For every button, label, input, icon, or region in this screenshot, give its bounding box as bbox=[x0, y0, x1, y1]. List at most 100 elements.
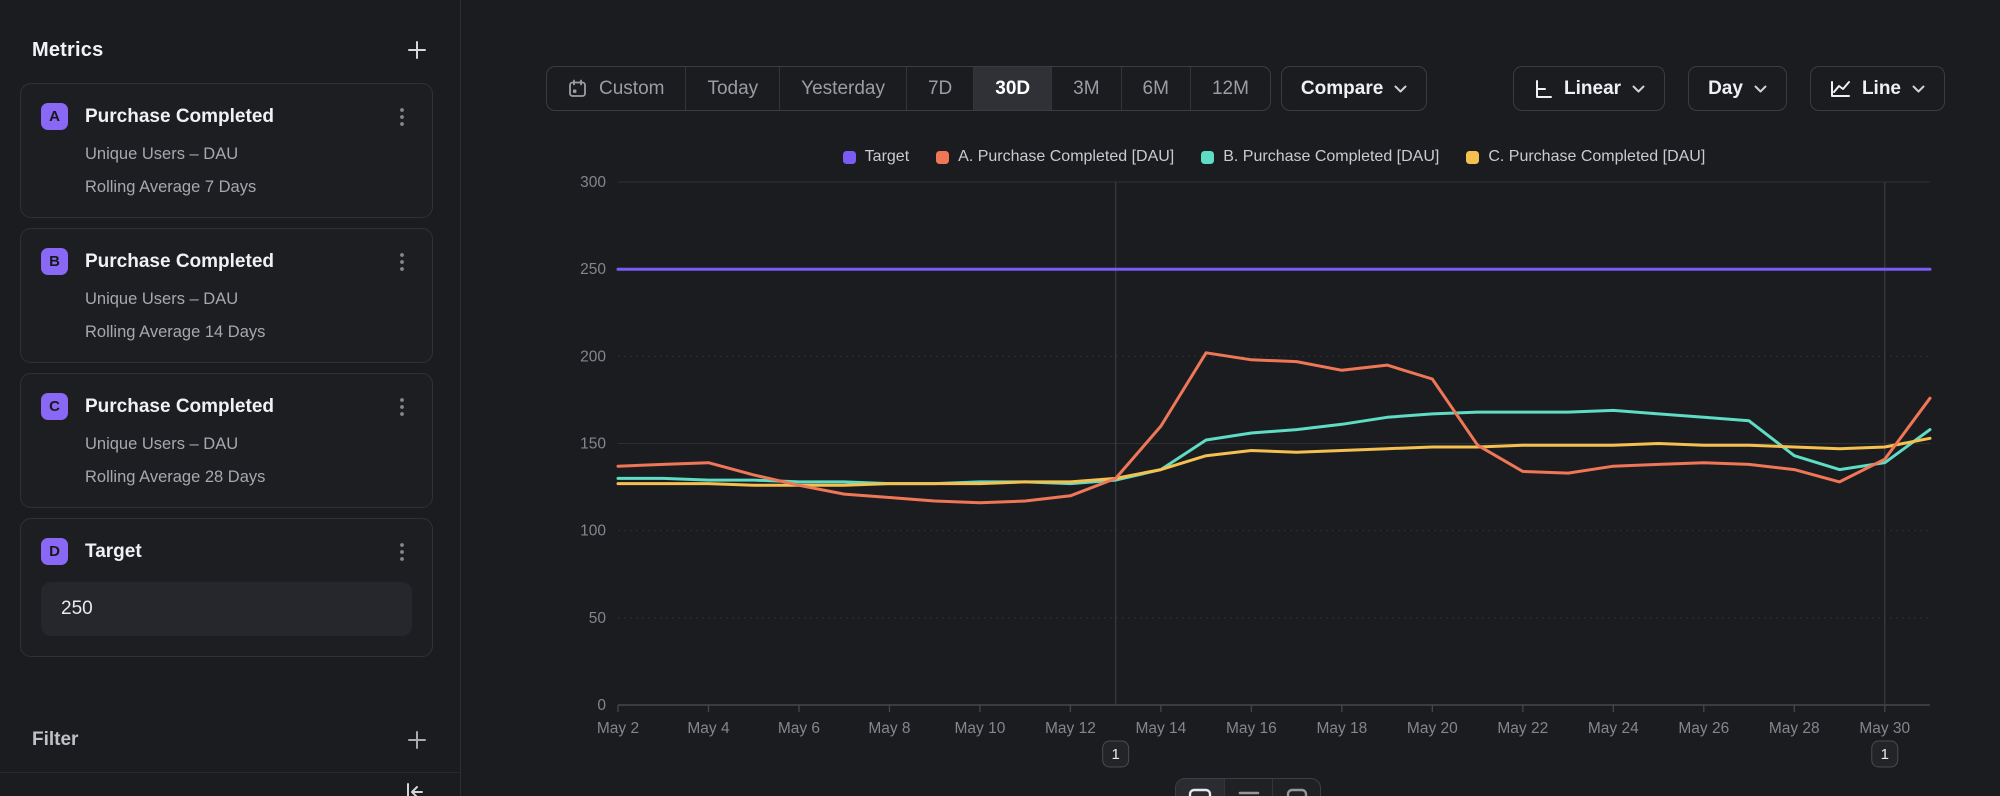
legend-item[interactable]: A. Purchase Completed [DAU] bbox=[936, 148, 1174, 166]
sidebar-divider bbox=[0, 772, 460, 773]
range-segment-12m[interactable]: 12M bbox=[1190, 67, 1270, 110]
range-segment-yesterday[interactable]: Yesterday bbox=[779, 67, 906, 110]
series-line-a[interactable] bbox=[618, 353, 1930, 503]
range-segment-label: 12M bbox=[1212, 78, 1249, 100]
legend-item[interactable]: C. Purchase Completed [DAU] bbox=[1466, 148, 1705, 166]
chevron-down-icon bbox=[1912, 85, 1925, 93]
legend-label: C. Purchase Completed [DAU] bbox=[1488, 148, 1705, 166]
series-line-b[interactable] bbox=[618, 410, 1930, 483]
x-axis-label: May 18 bbox=[1316, 720, 1367, 737]
plus-icon bbox=[406, 729, 428, 751]
chevron-down-icon bbox=[1632, 85, 1645, 93]
metric-kebab-menu-icon[interactable] bbox=[392, 105, 412, 129]
metric-measure: Unique Users – DAU bbox=[85, 145, 412, 164]
legend-swatch bbox=[1466, 151, 1479, 164]
legend-label: B. Purchase Completed [DAU] bbox=[1223, 148, 1439, 166]
legend-label: A. Purchase Completed [DAU] bbox=[958, 148, 1174, 166]
metric-badge: C bbox=[41, 393, 68, 420]
filter-section: Filter bbox=[32, 724, 430, 756]
chevron-down-icon bbox=[1394, 85, 1407, 93]
range-segment-30d[interactable]: 30D bbox=[973, 67, 1051, 110]
range-segment-6m[interactable]: 6M bbox=[1121, 67, 1190, 110]
bar-view-icon bbox=[1237, 788, 1261, 796]
range-segment-7d[interactable]: 7D bbox=[906, 67, 973, 110]
x-axis-label: May 8 bbox=[868, 720, 910, 737]
plus-icon bbox=[406, 39, 428, 61]
legend-item[interactable]: B. Purchase Completed [DAU] bbox=[1201, 148, 1439, 166]
x-axis-label: May 10 bbox=[955, 720, 1006, 737]
metric-card: A Purchase Completed Unique Users – DAU Rol… bbox=[20, 83, 433, 218]
range-segment-label: Custom bbox=[599, 78, 664, 100]
x-axis-label: May 24 bbox=[1588, 720, 1639, 737]
range-segment-label: Yesterday bbox=[801, 78, 885, 100]
x-axis-label: May 12 bbox=[1045, 720, 1096, 737]
chart-type-switcher bbox=[1175, 778, 1321, 796]
range-segment-label: 6M bbox=[1143, 78, 1169, 100]
y-axis-label: 100 bbox=[580, 523, 606, 540]
metric-badge: A bbox=[41, 103, 68, 130]
collapse-left-icon bbox=[400, 779, 426, 796]
add-metric-button[interactable] bbox=[404, 37, 430, 63]
compare-button[interactable]: Compare bbox=[1281, 66, 1427, 111]
metrics-sidebar: Metrics A Purchase Completed Unique Users … bbox=[0, 0, 461, 796]
target-kebab-menu-icon[interactable] bbox=[392, 540, 412, 564]
legend-swatch bbox=[936, 151, 949, 164]
target-value-input[interactable] bbox=[41, 582, 412, 636]
metric-title: Purchase Completed bbox=[85, 251, 392, 273]
x-axis-label: May 14 bbox=[1135, 720, 1186, 737]
y-axis-label: 250 bbox=[580, 261, 606, 278]
range-segment-label: 3M bbox=[1073, 78, 1099, 100]
metric-title: Purchase Completed bbox=[85, 396, 392, 418]
table-view-icon bbox=[1285, 788, 1309, 796]
range-segment-label: 30D bbox=[995, 78, 1030, 100]
y-axis-label: 150 bbox=[580, 436, 606, 453]
metric-title: Purchase Completed bbox=[85, 106, 392, 128]
target-badge: D bbox=[41, 538, 68, 565]
metric-badge: B bbox=[41, 248, 68, 275]
range-segment-custom[interactable]: Custom bbox=[547, 67, 685, 110]
chart-type-select-button[interactable]: Line bbox=[1810, 66, 1945, 111]
y-axis-label: 200 bbox=[580, 348, 606, 365]
compare-label: Compare bbox=[1301, 78, 1383, 100]
y-axis-label: 300 bbox=[580, 174, 606, 191]
line-chart[interactable]: 0 50 100 150 200 250 300 May 2 May 4 May 6 May 8 Ma… bbox=[545, 170, 1945, 796]
legend-swatch bbox=[1201, 151, 1214, 164]
interval-label: Day bbox=[1708, 78, 1743, 100]
add-filter-button[interactable] bbox=[404, 727, 430, 753]
metric-kebab-menu-icon[interactable] bbox=[392, 395, 412, 419]
chart-toolbar: Custom Today Yesterday 7D 30D 3M 6M 12M Compare… bbox=[546, 66, 1945, 111]
x-axis-label: May 2 bbox=[597, 720, 639, 737]
legend-swatch bbox=[843, 151, 856, 164]
range-segment-label: Today bbox=[707, 78, 758, 100]
x-axis-label: May 20 bbox=[1407, 720, 1458, 737]
filter-label: Filter bbox=[32, 729, 78, 751]
bar-chart-view-button[interactable] bbox=[1224, 779, 1272, 796]
line-chart-view-button[interactable] bbox=[1176, 779, 1224, 796]
legend-item[interactable]: Target bbox=[843, 148, 909, 166]
metric-kebab-menu-icon[interactable] bbox=[392, 250, 412, 274]
scale-label: Linear bbox=[1564, 78, 1621, 100]
x-axis-label: May 6 bbox=[778, 720, 820, 737]
collapse-sidebar-button[interactable] bbox=[400, 779, 426, 796]
x-axis-label: May 22 bbox=[1497, 720, 1548, 737]
metric-card-list: A Purchase Completed Unique Users – DAU Rol… bbox=[0, 70, 460, 508]
chevron-down-icon bbox=[1754, 85, 1767, 93]
range-segment-today[interactable]: Today bbox=[685, 67, 779, 110]
target-title: Target bbox=[85, 541, 392, 563]
y-axis-label: 50 bbox=[589, 610, 607, 627]
metric-rolling-average: Rolling Average 28 Days bbox=[85, 468, 412, 487]
scale-select-button[interactable]: Linear bbox=[1513, 66, 1665, 111]
calendar-icon bbox=[568, 79, 587, 98]
x-axis-label: May 4 bbox=[687, 720, 730, 737]
table-view-button[interactable] bbox=[1272, 779, 1320, 796]
x-axis-label: May 16 bbox=[1226, 720, 1277, 737]
metric-measure: Unique Users – DAU bbox=[85, 435, 412, 454]
sidebar-header: Metrics bbox=[0, 0, 460, 70]
metric-rolling-average: Rolling Average 7 Days bbox=[85, 178, 412, 197]
y-axis-label: 0 bbox=[597, 697, 606, 714]
range-segment-label: 7D bbox=[928, 78, 952, 100]
range-segment-3m[interactable]: 3M bbox=[1051, 67, 1120, 110]
series-line-c[interactable] bbox=[618, 438, 1930, 485]
annotation-badge-label: 1 bbox=[1881, 746, 1889, 763]
interval-select-button[interactable]: Day bbox=[1688, 66, 1787, 111]
